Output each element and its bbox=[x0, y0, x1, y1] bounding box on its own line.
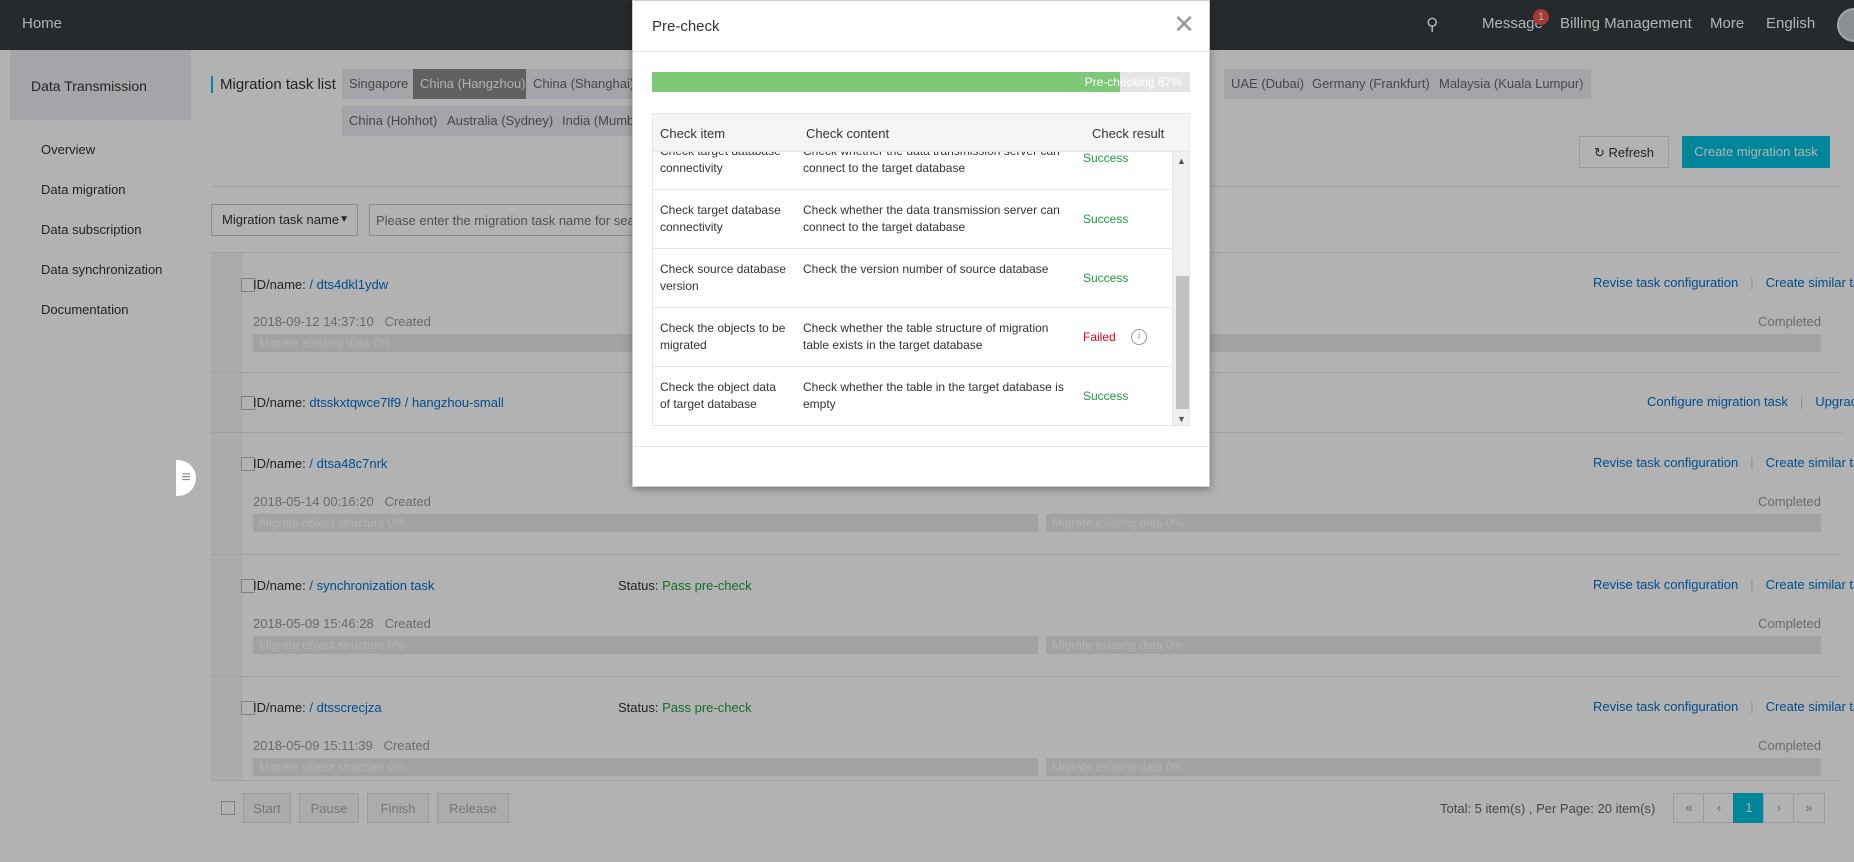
scrollbar-thumb[interactable] bbox=[1176, 276, 1189, 409]
check-result-failed: Failed bbox=[1083, 330, 1116, 344]
check-content: Check whether the table in the target da… bbox=[803, 380, 1064, 411]
dialog-title: Pre-check bbox=[633, 1, 1209, 52]
check-item: Check source database version bbox=[660, 262, 787, 293]
precheck-progress-label: Pre-checking 87% bbox=[1084, 75, 1182, 89]
check-content: Check the version number of source datab… bbox=[803, 262, 1049, 276]
check-item: Check the objects to be migrated bbox=[660, 321, 786, 352]
precheck-progress-fill bbox=[652, 72, 1121, 92]
check-result: Success bbox=[1083, 212, 1129, 226]
table-header: Check item Check content Check result bbox=[653, 114, 1189, 152]
info-icon[interactable]: i bbox=[1131, 329, 1147, 345]
table-row: Check source database version Check the … bbox=[653, 249, 1171, 308]
table-scrollbar[interactable]: ▲ ▼ bbox=[1172, 152, 1189, 425]
table-row: Check target database connectivity Check… bbox=[653, 190, 1171, 249]
scroll-down-arrow[interactable]: ▼ bbox=[1177, 414, 1186, 424]
check-result: Success bbox=[1083, 271, 1129, 285]
check-item: Check target database connectivity bbox=[660, 203, 781, 234]
check-content: Check whether the table structure of mig… bbox=[803, 321, 1049, 352]
close-icon[interactable]: ✕ bbox=[1173, 11, 1195, 37]
precheck-progress: Pre-checking 87% bbox=[652, 72, 1190, 92]
table-row: Check target database connectivity Check… bbox=[653, 152, 1171, 190]
check-content: Check whether the data transmission serv… bbox=[803, 203, 1060, 234]
scroll-up-arrow[interactable]: ▲ bbox=[1177, 156, 1186, 166]
table-body: Check target database connectivity Check… bbox=[653, 152, 1171, 425]
dialog-footer-divider bbox=[633, 446, 1209, 447]
check-result: Success bbox=[1083, 389, 1129, 403]
check-content: Check whether the data transmission serv… bbox=[803, 152, 1060, 175]
check-item: Check target database connectivity bbox=[660, 152, 781, 175]
table-row: Check the object data of target database… bbox=[653, 367, 1171, 425]
col-check-result: Check result bbox=[1092, 126, 1165, 141]
col-check-item: Check item bbox=[660, 126, 726, 141]
check-item: Check the object data of target database bbox=[660, 380, 777, 411]
precheck-dialog: Pre-check ✕ Pre-checking 87% Check item … bbox=[632, 0, 1210, 487]
precheck-table: Check item Check content Check result Ch… bbox=[652, 113, 1190, 426]
table-row: Check the objects to be migrated Check w… bbox=[653, 308, 1171, 367]
col-check-content: Check content bbox=[806, 126, 890, 141]
check-result: Success bbox=[1083, 152, 1129, 165]
